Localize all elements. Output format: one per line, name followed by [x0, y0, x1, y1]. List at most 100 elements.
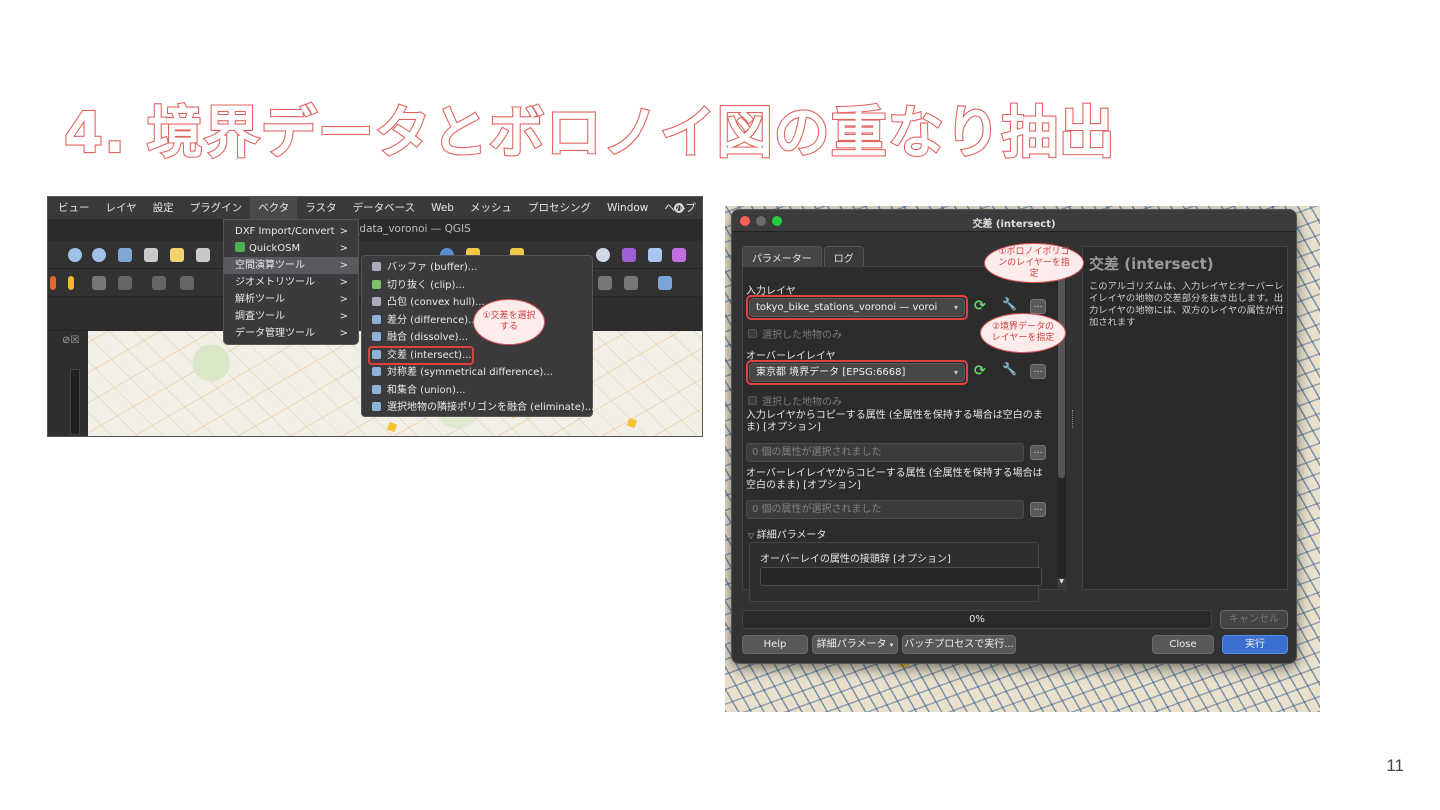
menu-item-research[interactable]: 調査ツール >	[224, 308, 358, 325]
zoom-full-icon[interactable]	[118, 248, 132, 262]
menu-mesh[interactable]: メッシュ	[462, 197, 520, 219]
input-layer-select[interactable]: tokyo_bike_stations_voronoi — voroi ▾	[749, 298, 965, 317]
menu-settings[interactable]: 設定	[145, 197, 182, 219]
overlay-layer-browse-button[interactable]: …	[1030, 364, 1046, 379]
add-point-icon[interactable]	[152, 276, 166, 290]
menu-raster[interactable]: ラスタ	[297, 197, 344, 219]
advanced-dropdown-button[interactable]: 詳細パラメータ ▾	[812, 635, 898, 654]
menu-database[interactable]: データベース	[345, 197, 423, 219]
menu-vector[interactable]: ベクタ	[250, 197, 298, 219]
iterate-loop-icon[interactable]: ⟳	[974, 363, 990, 379]
run-button[interactable]: 実行	[1222, 635, 1288, 654]
save-edits-icon[interactable]	[92, 276, 106, 290]
iterate-loop-icon[interactable]: ⟳	[974, 298, 990, 314]
chevron-down-icon: ▾	[953, 368, 958, 377]
menu-item-clip[interactable]: 切り抜く (clip)...	[362, 277, 592, 295]
menu-item-label: 対称差 (symmetrical difference)...	[387, 367, 553, 378]
selected-only-label-2: 選択した地物のみ	[762, 397, 842, 408]
zoom-in-icon[interactable]	[68, 248, 82, 262]
digitize-line-icon[interactable]	[118, 276, 132, 290]
attribute-table-icon[interactable]	[622, 248, 636, 262]
window-title-strip: lity_data_voronoi — QGIS	[48, 219, 702, 241]
zoom-selection-icon[interactable]	[170, 248, 184, 262]
help-button[interactable]: Help	[742, 635, 808, 654]
input-layer-browse-button[interactable]: …	[1030, 299, 1046, 314]
identify-icon[interactable]	[596, 248, 610, 262]
menu-item-label: DXF Import/Convert	[235, 226, 335, 237]
menu-layer[interactable]: レイヤ	[98, 197, 145, 219]
menu-plugins[interactable]: プラグイン	[182, 197, 251, 219]
zoom-last-icon[interactable]	[196, 248, 210, 262]
pencil-edit-icon[interactable]	[50, 276, 56, 290]
selected-only-checkbox-2[interactable]	[748, 396, 757, 405]
menu-item-label: バッファ (buffer)...	[387, 262, 478, 273]
scroll-down-icon[interactable]: ▼	[1057, 578, 1066, 588]
panel-splitter[interactable]	[1072, 410, 1074, 428]
page-number: 11	[1386, 756, 1404, 775]
menu-item-label: 和集合 (union)...	[387, 384, 466, 396]
overlay-layer-value: 東京都 境界データ [EPSG:6668]	[756, 367, 906, 378]
record-icon[interactable]	[674, 203, 684, 213]
buffer-icon	[372, 262, 381, 271]
batch-process-button[interactable]: バッチプロセスで実行...	[902, 635, 1016, 654]
measure-icon[interactable]	[598, 276, 612, 290]
qgis-menu-screenshot: ビュー レイヤ 設定 プラグイン ベクタ ラスタ データベース Web メッシュ…	[47, 196, 703, 437]
advanced-label: 詳細パラメータ	[756, 530, 827, 541]
menu-item-label: 差分 (difference)...	[387, 314, 478, 326]
zoom-out-icon[interactable]	[92, 248, 106, 262]
selected-only-checkbox-1[interactable]	[748, 329, 757, 338]
advanced-toggle[interactable]: ▽ 詳細パラメータ	[748, 526, 826, 541]
symmetrical-difference-icon	[372, 367, 381, 376]
annotation-icon[interactable]	[624, 276, 638, 290]
menu-view[interactable]: ビュー	[50, 197, 98, 219]
wrench-icon[interactable]: 🔧	[1002, 362, 1017, 376]
menu-item-union[interactable]: 和集合 (union)...	[362, 382, 592, 400]
menu-processing[interactable]: プロセシング	[520, 197, 599, 219]
intersect-highlight-frame	[368, 345, 474, 365]
close-button[interactable]: Close	[1152, 635, 1214, 654]
statistics-sigma-icon[interactable]	[672, 248, 686, 262]
vertex-tool-icon[interactable]	[180, 276, 194, 290]
menu-item-buffer[interactable]: バッファ (buffer)...	[362, 259, 592, 277]
dissolve-icon	[372, 332, 381, 341]
menu-item-label: 切り抜く (clip)...	[387, 279, 465, 291]
menu-item-analysis[interactable]: 解析ツール >	[224, 291, 358, 308]
menu-item-geoprocessing[interactable]: 空間演算ツール >	[224, 257, 358, 274]
dialog-tabs: パラメーター ログ	[742, 246, 866, 268]
menu-item-quickosm[interactable]: QuickOSM >	[224, 240, 358, 257]
menu-item-symmetrical-difference[interactable]: 対称差 (symmetrical difference)...	[362, 364, 592, 382]
zoom-layer-icon[interactable]	[144, 248, 158, 262]
menu-item-data-management[interactable]: データ管理ツール >	[224, 325, 358, 342]
tab-log[interactable]: ログ	[823, 246, 864, 268]
input-fields-value[interactable]: 0 個の属性が選択されました	[746, 443, 1024, 462]
tab-parameters[interactable]: パラメーター	[742, 246, 822, 268]
settings-gear-icon[interactable]	[648, 248, 662, 262]
menu-item-eliminate[interactable]: 選択地物の隣接ポリゴンを融合 (eliminate)...	[362, 399, 594, 417]
menu-item-convex-hull[interactable]: 凸包 (convex hull)...	[362, 294, 592, 312]
database-icon[interactable]	[658, 276, 672, 290]
menu-web[interactable]: Web	[423, 197, 462, 219]
menu-item-label: QuickOSM	[249, 243, 301, 254]
scrollbar-thumb[interactable]	[1058, 272, 1065, 478]
eliminate-icon	[372, 402, 381, 411]
input-fields-browse-button[interactable]: …	[1030, 445, 1046, 460]
help-title: 交差 (intersect)	[1089, 255, 1214, 273]
overlay-fields-value[interactable]: 0 個の属性が選択されました	[746, 500, 1024, 519]
menu-item-label: 調査ツール	[235, 311, 285, 322]
wrench-icon[interactable]: 🔧	[1002, 297, 1017, 311]
menu-item-label: 凸包 (convex hull)...	[387, 297, 485, 308]
overlay-layer-select[interactable]: 東京都 境界データ [EPSG:6668] ▾	[749, 363, 965, 382]
overlay-prefix-input[interactable]	[760, 567, 1042, 586]
panel-options-icon[interactable]: ⊘☒	[62, 335, 79, 346]
menu-item-dxf[interactable]: DXF Import/Convert >	[224, 223, 358, 240]
cancel-button[interactable]: キャンセル	[1220, 610, 1288, 629]
intersect-dialog-screenshot: 交差 (intersect) パラメーター ログ 入力レイヤ tokyo_bik…	[725, 206, 1320, 712]
menu-item-label: ジオメトリツール	[235, 277, 315, 288]
overlay-fields-browse-button[interactable]: …	[1030, 502, 1046, 517]
menu-window[interactable]: Window	[599, 197, 656, 219]
panel-scrollbar[interactable]	[70, 369, 80, 435]
menu-item-geometry[interactable]: ジオメトリツール >	[224, 274, 358, 291]
toggle-edit-icon[interactable]	[68, 276, 74, 290]
parameters-scrollbar[interactable]: ▼	[1057, 270, 1066, 588]
menu-item-intersect[interactable]: 交差 (intersect)...	[362, 345, 592, 365]
